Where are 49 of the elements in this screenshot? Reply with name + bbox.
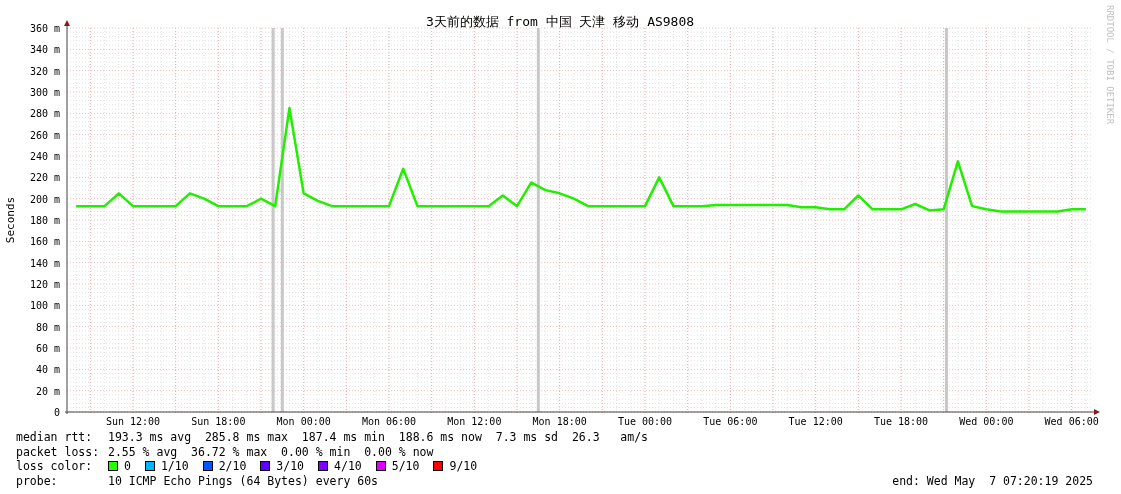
axis-tick-label: 240 m bbox=[29, 151, 60, 162]
axis-tick-label: Tue 06:00 bbox=[703, 416, 758, 427]
axis-tick-label: Mon 00:00 bbox=[276, 416, 331, 427]
axis-tick-label: 60 m bbox=[35, 343, 60, 354]
axis-tick-label: 260 m bbox=[29, 129, 60, 141]
legend-item-label: 0 bbox=[124, 459, 131, 474]
legend-label: median rtt: bbox=[16, 430, 94, 445]
axis-tick-label: Mon 18:00 bbox=[532, 416, 587, 427]
axis-tick-label: 0 bbox=[53, 407, 60, 418]
stats-text: 2.55 % avg 36.72 % max 0.00 % min 0.00 % now bbox=[108, 444, 434, 459]
axis-tick-label: 100 m bbox=[29, 300, 60, 312]
axis-tick-label: Sun 12:00 bbox=[105, 416, 161, 427]
legend-label: probe: bbox=[16, 473, 59, 488]
axis-tick-label: 360 m bbox=[29, 23, 60, 34]
legend-item-label: 1/10 bbox=[160, 459, 189, 474]
axis-tick-label: Mon 12:00 bbox=[447, 416, 502, 427]
credit-text: RRDTOOL / TOBI OETIKER bbox=[1105, 5, 1115, 125]
legend-label: loss color: bbox=[16, 459, 94, 474]
axis-tick-label: Tue 00:00 bbox=[617, 416, 673, 427]
legend-item-label: 5/10 bbox=[391, 459, 420, 474]
axis-tick-label: Mon 06:00 bbox=[361, 416, 417, 427]
legend-item-label: 9/10 bbox=[449, 459, 478, 474]
axis-title: Seconds bbox=[4, 196, 17, 244]
axis-tick-label: Tue 18:00 bbox=[873, 416, 929, 427]
axis-tick-label: 20 m bbox=[35, 385, 60, 397]
axis-tick-label: 320 m bbox=[29, 65, 60, 77]
axis-tick-label: 220 m bbox=[29, 172, 60, 184]
axis-tick-label: 200 m bbox=[29, 193, 60, 205]
axis-tick-label: 300 m bbox=[29, 87, 60, 98]
legend-item-label: 2/10 bbox=[218, 459, 247, 474]
axis-tick-label: Sun 18:00 bbox=[191, 416, 246, 427]
axis-tick-label: Wed 06:00 bbox=[1044, 416, 1099, 427]
axis-tick-label: Wed 00:00 bbox=[959, 416, 1014, 427]
axis-tick-label: 140 m bbox=[29, 257, 60, 269]
legend-label: packet loss: bbox=[16, 444, 101, 459]
axis-tick-label: 80 m bbox=[35, 321, 60, 333]
legend-item-label: 4/10 bbox=[334, 459, 362, 474]
legend-item-label: 3/10 bbox=[276, 459, 305, 474]
axis-tick-label: 120 m bbox=[29, 279, 60, 290]
axis-tick-label: 340 m bbox=[29, 44, 60, 56]
end-time-text: end: Wed May 7 07:20:19 2025 bbox=[892, 473, 1093, 488]
chart-title: 3天前的数据 from 中国 天津 移动 AS9808 bbox=[425, 14, 695, 29]
stats-text: 193.3 ms avg 285.8 ms max 187.4 ms min 188.6 ms now 7.3 ms sd 26.3 am/s bbox=[108, 430, 649, 445]
axis-tick-label: 160 m bbox=[29, 236, 60, 248]
axis-tick-label: 280 m bbox=[29, 108, 60, 120]
axis-tick-label: Tue 12:00 bbox=[788, 416, 843, 427]
axis-tick-label: 180 m bbox=[29, 215, 60, 226]
probe-text: 10 ICMP Echo Pings (64 Bytes) every 60s bbox=[108, 473, 379, 488]
axis-tick-label: 40 m bbox=[35, 364, 60, 376]
